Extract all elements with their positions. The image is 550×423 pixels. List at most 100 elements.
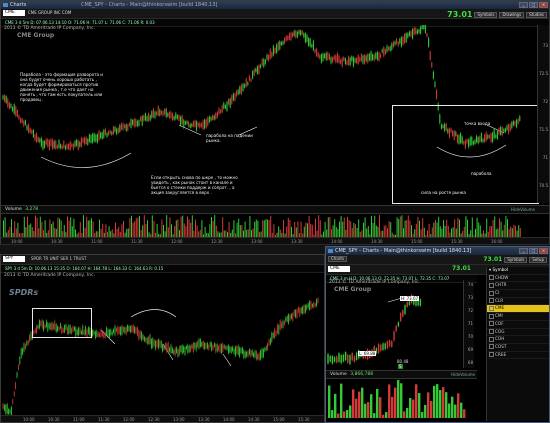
symbol-row[interactable]: COH [487, 336, 549, 344]
popup-minimize-icon[interactable]: _ [519, 248, 528, 254]
main-price: 73.01 [447, 10, 473, 19]
popup-hide-volume-link[interactable]: HideVolume [451, 371, 475, 378]
checkbox-icon[interactable] [489, 305, 494, 311]
main-title-info: CME_SPY - Charts - Main@thinkorswim [bui… [81, 2, 218, 8]
candle [212, 115, 214, 120]
volume-bar [443, 220, 444, 237]
candle [380, 344, 382, 352]
volume-bar [201, 220, 203, 237]
candle [330, 56, 332, 64]
spy-symbol-input[interactable]: SPY [3, 256, 25, 262]
checkbox-icon[interactable] [489, 352, 494, 358]
volume-bar [211, 217, 212, 237]
symbol-row[interactable]: CREE [487, 352, 549, 360]
candle [341, 57, 343, 67]
checkbox-icon[interactable] [489, 336, 494, 342]
candle [120, 123, 122, 130]
main-symbol-input[interactable]: CME [3, 10, 25, 16]
popup-symbol-input[interactable]: CME [328, 266, 350, 272]
candle [316, 299, 318, 307]
studies-button[interactable]: Studies [526, 11, 547, 18]
candle [311, 304, 313, 308]
symbol-row[interactable]: CHDW [487, 275, 549, 283]
symbols-button[interactable]: Symbols [474, 11, 498, 18]
popup-maximize-icon[interactable]: □ [529, 248, 538, 254]
candle [243, 350, 245, 359]
volume-bar [147, 220, 148, 237]
candle [261, 58, 263, 66]
checkbox-icon[interactable] [489, 298, 494, 304]
symbol-list-header[interactable]: ▾ Symbol [487, 267, 549, 275]
main-titlebar[interactable]: Charts CME_SPY - Charts - Main@thinkorsw… [1, 1, 549, 9]
symbol-row[interactable]: COG [487, 329, 549, 337]
candle [255, 68, 257, 72]
candle [94, 331, 96, 339]
popup-y-label: 69 [467, 347, 473, 352]
candle [333, 55, 335, 60]
popup-titlebar[interactable]: CME_SPY - Charts - Main@thinkorswim [bui… [326, 247, 549, 255]
popup-high-label: H: 73.07 [400, 296, 420, 301]
volume-bar [215, 225, 217, 237]
candle [284, 37, 286, 44]
popup-plot-area[interactable]: 2013 © TD Ameritrade IP Company, Inc. CM… [326, 280, 486, 369]
hide-volume-link[interactable]: HideVolume [511, 206, 535, 213]
main-price-axis[interactable]: 73 72.5 72 71.5 71 70.5 [537, 25, 549, 203]
volume-bar [180, 216, 182, 237]
minimize-icon[interactable]: _ [519, 2, 528, 8]
candle [261, 348, 263, 358]
popup-title-info: CME_SPY - Charts - Main@thinkorswim [bui… [335, 248, 472, 254]
spy-plot-area[interactable]: 2013 © TD Ameritrade IP Company, Inc. SP… [1, 272, 324, 415]
volume-bar [361, 387, 364, 418]
close-icon[interactable]: ✕ [539, 2, 548, 8]
volume-bar [489, 225, 491, 237]
volume-bar [364, 217, 366, 237]
volume-bar [404, 220, 406, 237]
checkbox-icon[interactable] [489, 329, 494, 334]
drawings-button[interactable]: Drawings [499, 11, 525, 18]
candle [176, 347, 178, 353]
maximize-icon[interactable]: □ [529, 2, 538, 8]
candle [331, 355, 334, 364]
symbol-row[interactable]: COST [487, 344, 549, 352]
symbol-row[interactable]: CI [487, 290, 549, 298]
spy-time-axis[interactable]: 10:00 10:30 11:00 11:30 12:00 12:30 13:0… [1, 415, 324, 422]
checkbox-icon[interactable] [489, 313, 494, 319]
volume-bar [382, 414, 385, 418]
volume-bar [350, 221, 352, 237]
symbol-row[interactable]: COF [487, 321, 549, 329]
popup-symbol-list[interactable]: ▾ Symbol CHDW CHTR CI CLR CME CMI COF CO… [486, 267, 549, 421]
main-plot-area[interactable]: 2013 © TD Ameritrade IP Company, Inc. CM… [1, 25, 549, 204]
app-icon [3, 3, 8, 7]
candle [279, 319, 281, 330]
popup-close-icon[interactable]: ✕ [539, 248, 548, 254]
checkbox-icon[interactable] [489, 290, 494, 296]
candle [16, 372, 18, 378]
candle [22, 348, 24, 355]
candle [5, 95, 7, 104]
volume-bar [67, 216, 68, 237]
symbol-row[interactable]: CMI [487, 313, 549, 321]
checkbox-icon[interactable] [489, 282, 494, 288]
symbol-row[interactable]: CHTR [487, 282, 549, 291]
candle [146, 337, 148, 345]
symbol-row[interactable]: CLR [487, 298, 549, 306]
popup-setup-button[interactable]: Setup [529, 256, 547, 263]
popup-volume-value: 3,866,788 [350, 372, 374, 377]
volume-bar [471, 217, 473, 237]
checkbox-icon[interactable] [489, 344, 494, 350]
volume-bar [352, 389, 355, 418]
candle [274, 47, 276, 54]
volume-bar [44, 220, 46, 237]
candle [253, 352, 255, 358]
checkbox-icon[interactable] [489, 321, 494, 327]
popup-tab-charts[interactable]: Charts [328, 256, 348, 262]
popup-symbols-button[interactable]: Symbols [504, 256, 528, 263]
candle [237, 345, 239, 355]
checkbox-icon[interactable] [489, 275, 494, 281]
candle [13, 104, 15, 114]
candle [16, 110, 18, 117]
popup-price-axis[interactable]: 74 73 72 71 70 69 68 [463, 280, 474, 368]
candle [23, 343, 25, 352]
candle [317, 52, 319, 58]
symbol-row-selected[interactable]: CME [487, 305, 549, 314]
